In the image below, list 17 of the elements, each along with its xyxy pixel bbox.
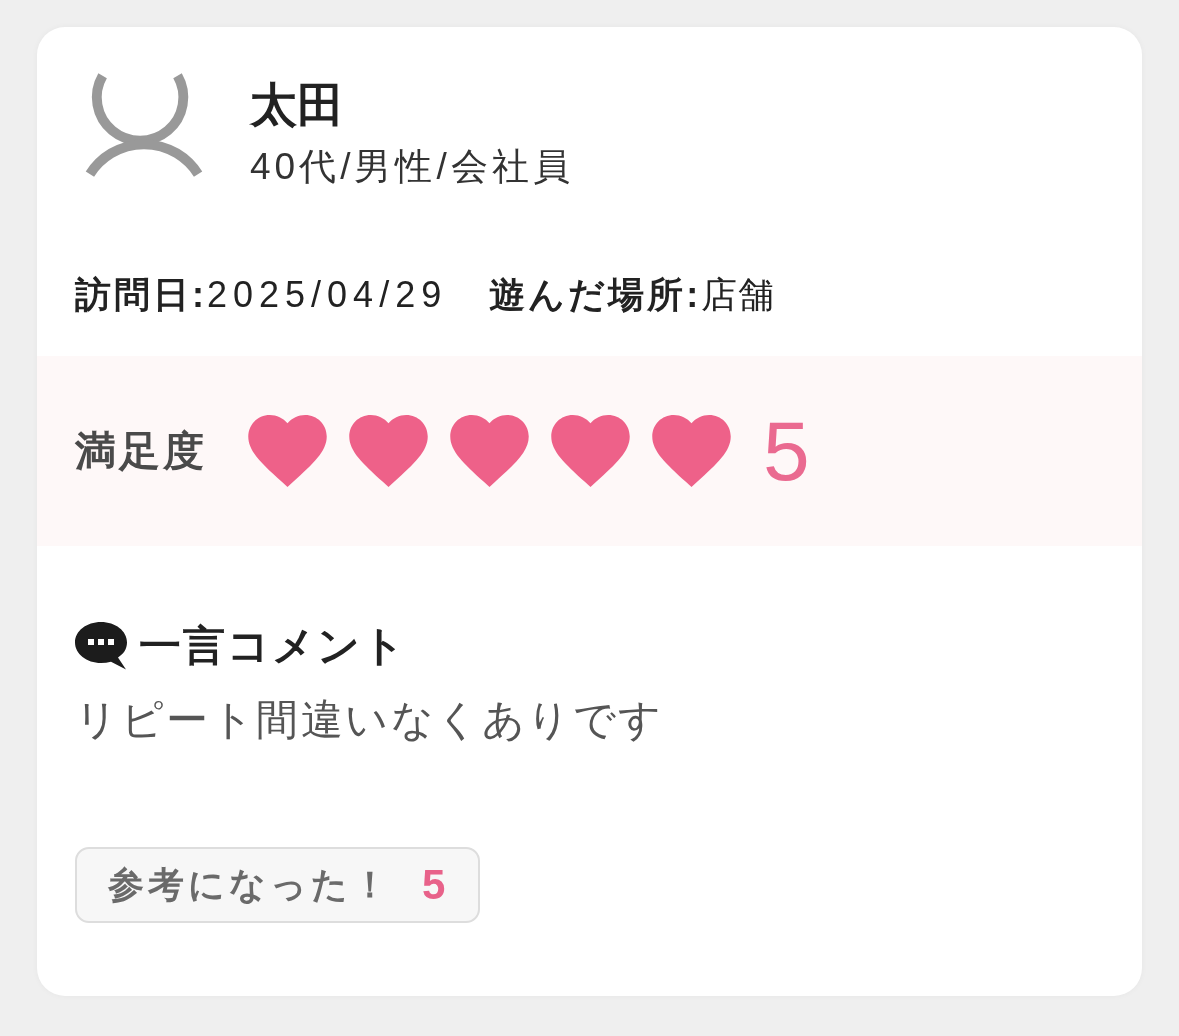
- reviewer-profile: 40代/男性/会社員: [250, 148, 574, 185]
- helpful-button[interactable]: 参考になった！ 5: [75, 847, 481, 923]
- heart-icon: [248, 415, 327, 487]
- visit-label: 訪問日:: [75, 277, 207, 313]
- visit-value: 2025/04/29: [207, 277, 448, 313]
- comment-heading: 一言コメント: [139, 625, 407, 667]
- heart-icon: [450, 415, 529, 487]
- satisfaction-label: 満足度: [75, 430, 207, 472]
- speech-bubble-icon: [75, 622, 127, 670]
- heart-icon: [551, 415, 630, 487]
- visit-value: 店舗: [701, 277, 776, 313]
- comment-text: リピート間違いなくありです: [75, 699, 664, 741]
- visit-label: 遊んだ場所:: [489, 277, 702, 313]
- reviewer-name: 太田: [250, 81, 344, 128]
- heart-icon: [349, 415, 428, 487]
- satisfaction-score: 5: [763, 409, 810, 493]
- heart-icon: [652, 415, 731, 487]
